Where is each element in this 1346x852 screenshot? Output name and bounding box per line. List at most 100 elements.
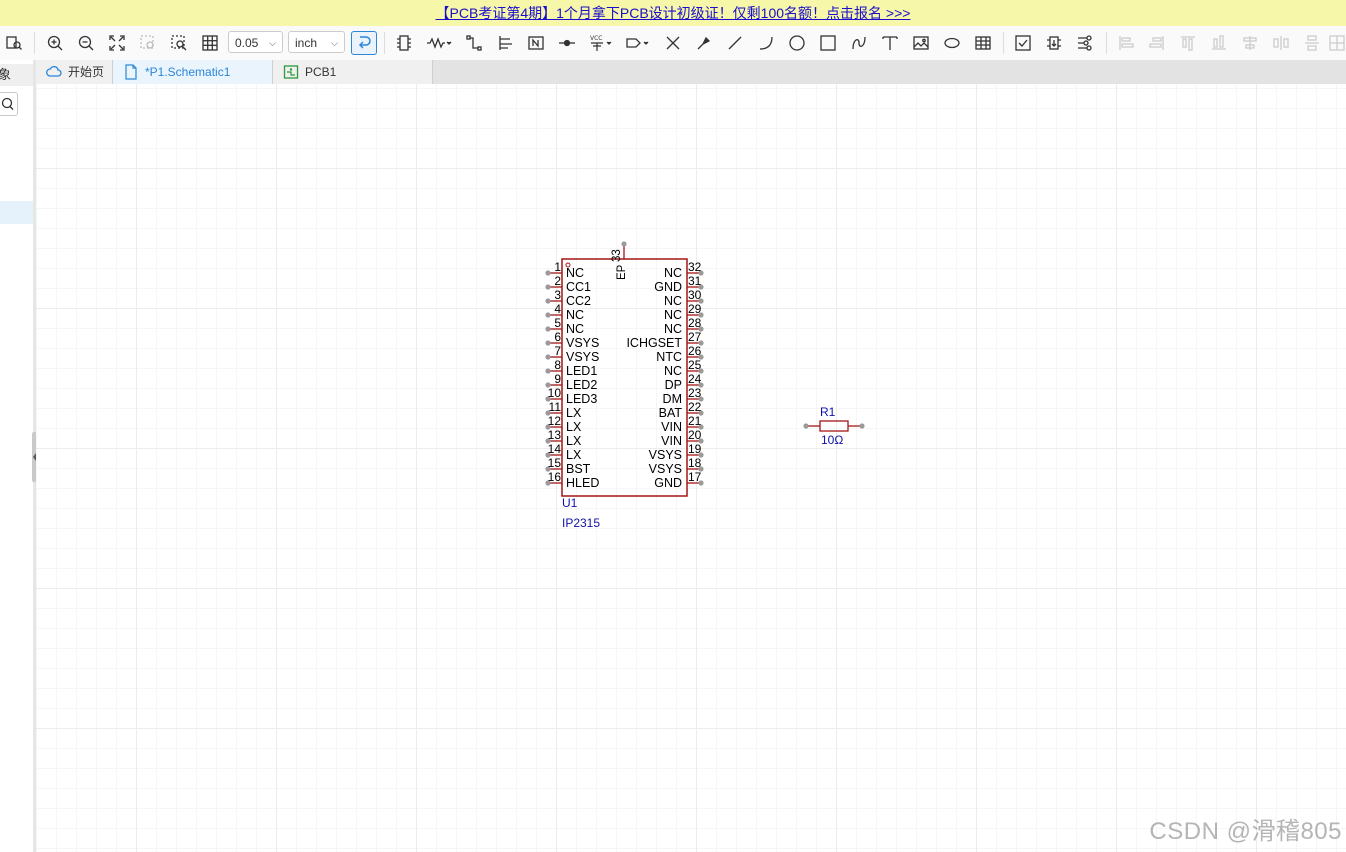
u1-pin-number: 9: [554, 372, 561, 386]
main-toolbar: 0.05 ⌵ inch ⌵ VCC: [0, 26, 1346, 61]
left-panel: 象: [0, 60, 34, 852]
resistor-wire-icon[interactable]: [424, 31, 454, 55]
rectangle-icon[interactable]: [816, 31, 840, 55]
u1-pin-name: NC: [566, 266, 584, 280]
u1-pin-number: 17: [688, 470, 702, 484]
u1-pin-name: NC: [664, 322, 682, 336]
tab-start-page[interactable]: 开始页: [36, 60, 113, 84]
r1-body[interactable]: [819, 420, 849, 432]
grid-size-value: 0.05: [235, 36, 259, 50]
arc-icon[interactable]: [754, 31, 778, 55]
distribute-v-icon[interactable]: [1300, 31, 1324, 55]
schematic-doc-icon: [125, 64, 137, 80]
u1-pin-number: 15: [548, 456, 562, 470]
u1-pin-end: [545, 326, 551, 332]
design-check-icon[interactable]: [1011, 31, 1035, 55]
u1-pin-name: LED2: [566, 378, 597, 392]
zoom-selection-icon[interactable]: [136, 31, 160, 55]
u1-pin-number: 12: [548, 414, 562, 428]
net-label-icon[interactable]: [524, 31, 548, 55]
align-right-icon[interactable]: [1145, 31, 1169, 55]
u1-pin-name: VIN: [661, 420, 682, 434]
u1-pin-name: LX: [566, 406, 582, 420]
junction-icon[interactable]: [555, 31, 579, 55]
left-panel-search-button[interactable]: [0, 92, 18, 116]
u1-pin-number: 16: [548, 470, 562, 484]
u1-pin-number: 13: [548, 428, 562, 442]
u1-pin-number: 14: [548, 442, 562, 456]
pcb-doc-icon: [283, 65, 299, 79]
align-bottom-icon[interactable]: [1207, 31, 1231, 55]
net-port-icon[interactable]: [623, 31, 653, 55]
u1-pin-name: LX: [566, 448, 582, 462]
u1-pin-number: 30: [688, 288, 702, 302]
u1-pin-name: ICHGSET: [626, 336, 682, 350]
tab-label: PCB1: [305, 65, 337, 79]
align-left-icon[interactable]: [1114, 31, 1138, 55]
component-icon[interactable]: [392, 31, 416, 55]
bus-icon[interactable]: [493, 31, 517, 55]
update-pcb-icon[interactable]: [1042, 31, 1066, 55]
schematic-canvas[interactable]: EP 33 1 NC 2 CC1 3 CC2 4 NC 5 NC 6 VSYS 7 VSYS 8 LED1 9 L…: [36, 84, 1346, 852]
tab-schematic[interactable]: *P1.Schematic1: [113, 60, 273, 84]
align-center-h-icon[interactable]: [1238, 31, 1262, 55]
u1-pin-name: LX: [566, 434, 582, 448]
bezier-icon[interactable]: [847, 31, 871, 55]
u1-pin-name: HLED: [566, 476, 599, 490]
u1-ep-number: 33: [611, 249, 623, 262]
u1-pin-name: DM: [663, 392, 682, 406]
grid-icon[interactable]: [198, 31, 222, 55]
u1-pin-name: VSYS: [649, 462, 682, 476]
u1-pin-number: 4: [554, 302, 561, 316]
u1-pin-name: LED3: [566, 392, 597, 406]
zoom-in-icon[interactable]: [43, 31, 67, 55]
u1-pin-name: NC: [664, 294, 682, 308]
align-top-icon[interactable]: [1176, 31, 1200, 55]
u1-pin-number: 23: [688, 386, 702, 400]
u1-pin-number: 21: [688, 414, 702, 428]
home-cloud-icon: [46, 65, 62, 77]
left-panel-selected-row[interactable]: [0, 201, 33, 224]
netlist-icon[interactable]: [1073, 31, 1097, 55]
schematic-drawing[interactable]: EP 33 1 NC2 CC13 CC24 NC5 NC6 VSYS7 VSYS8 LED19 L…: [36, 84, 1346, 852]
find-component-icon[interactable]: [2, 31, 26, 55]
left-panel-title: 象: [0, 64, 11, 86]
fit-all-icon[interactable]: [105, 31, 129, 55]
u1-pin-end: [545, 354, 551, 360]
align-grid-icon[interactable]: [1328, 31, 1346, 55]
tab-label: 开始页: [68, 65, 105, 79]
u1-pin-name: VSYS: [566, 336, 599, 350]
r1-component[interactable]: [803, 420, 865, 432]
u1-pins[interactable]: 1 NC 2 CC1 3 CC2 4 NC 5 NC 6 VSYS 7 VSYS 8 LED1 9 LED2 10 L…: [545, 260, 704, 490]
distribute-h-icon[interactable]: [1269, 31, 1293, 55]
u1-pin-name: CC2: [566, 294, 591, 308]
table-icon[interactable]: [971, 31, 995, 55]
search-icon: [1, 97, 14, 110]
line-icon[interactable]: [723, 31, 747, 55]
no-connect-icon[interactable]: [661, 31, 685, 55]
u1-pin-end: [545, 368, 551, 374]
zoom-area-icon[interactable]: [167, 31, 191, 55]
r1-designator: R1: [820, 405, 836, 419]
probe-icon[interactable]: [692, 31, 716, 55]
unit-select[interactable]: inch ⌵: [288, 31, 345, 53]
u1-pin-number: 22: [688, 400, 702, 414]
promo-banner-link[interactable]: 【PCB考证第4期】1个月拿下PCB设计初级证！仅剩100名额！点击报名 >>>: [436, 5, 911, 21]
zoom-out-icon[interactable]: [74, 31, 98, 55]
image-icon[interactable]: [909, 31, 933, 55]
wire-icon[interactable]: [462, 31, 486, 55]
u1-pin-name: NC: [664, 266, 682, 280]
u1-pin-name: NC: [664, 308, 682, 322]
ellipse-icon[interactable]: [940, 31, 964, 55]
left-panel-header[interactable]: 象: [0, 64, 33, 86]
grid-size-select[interactable]: 0.05 ⌵: [228, 31, 283, 53]
u1-pin-name: NC: [566, 308, 584, 322]
circle-icon[interactable]: [785, 31, 809, 55]
snap-toggle-icon[interactable]: [351, 31, 377, 55]
tab-pcb[interactable]: PCB1: [273, 60, 433, 84]
r1-pin-end: [803, 423, 809, 429]
power-port-icon[interactable]: VCC: [586, 31, 616, 55]
text-icon[interactable]: [878, 31, 902, 55]
promo-banner: 【PCB考证第4期】1个月拿下PCB设计初级证！仅剩100名额！点击报名 >>>: [0, 0, 1346, 26]
u1-pin-name: LX: [566, 420, 582, 434]
